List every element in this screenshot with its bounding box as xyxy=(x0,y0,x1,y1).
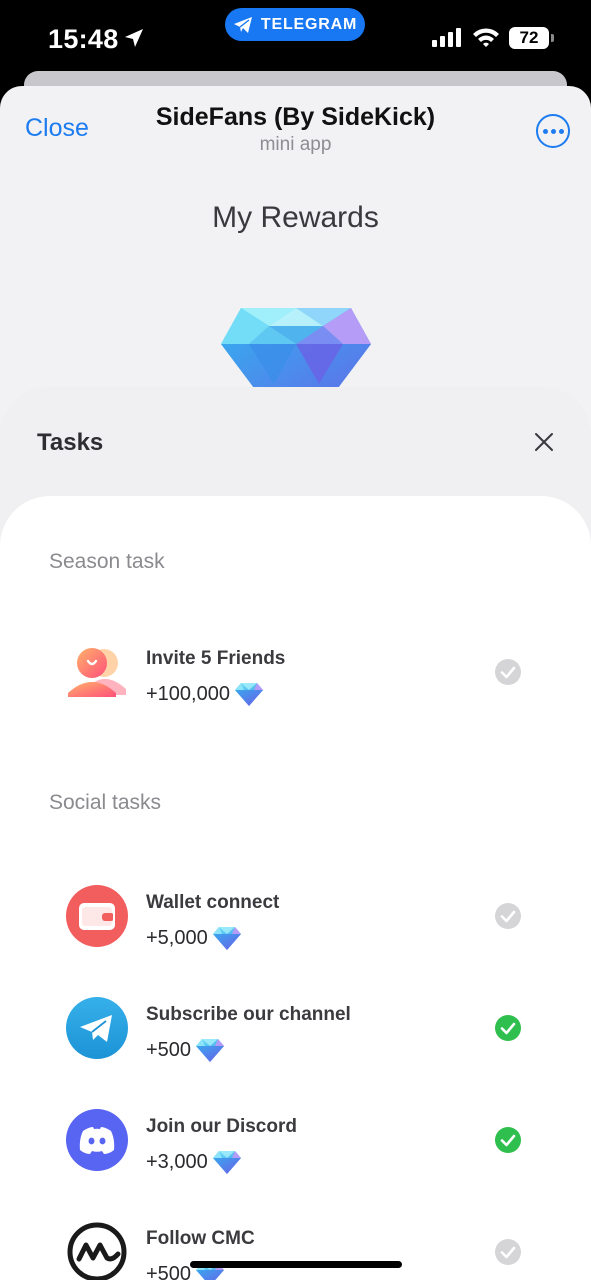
tasks-panel: Tasks Season task Invite 5 Friends +100,… xyxy=(0,387,591,1280)
telegram-pill[interactable]: TELEGRAM xyxy=(225,8,365,41)
task-name: Subscribe our channel xyxy=(146,1004,351,1025)
check-pending-icon xyxy=(495,903,521,929)
page-title: My Rewards xyxy=(212,201,379,234)
social-tasks-label: Social tasks xyxy=(49,791,162,814)
gem-icon xyxy=(195,1037,225,1063)
more-options-icon[interactable] xyxy=(536,114,570,148)
tasks-title: Tasks xyxy=(37,429,104,456)
task-subscribe-channel[interactable]: Subscribe our channel +500 xyxy=(66,997,526,1061)
task-invite-friends[interactable]: Invite 5 Friends +100,000 xyxy=(66,641,526,705)
telegram-pill-label: TELEGRAM xyxy=(260,15,358,33)
app-subtitle: mini app xyxy=(259,134,332,155)
check-done-icon xyxy=(495,1015,521,1041)
task-name: Invite 5 Friends xyxy=(146,648,286,669)
task-reward: +3,000 xyxy=(146,1149,242,1175)
mini-app-sheet: Close SideFans (By SideKick) mini app My… xyxy=(0,86,591,1280)
status-bar: 15:48 TELEGRAM 72 xyxy=(0,0,591,80)
tasks-list: Season task Invite 5 Friends +100,000 So… xyxy=(0,496,591,1280)
friends-icon xyxy=(68,648,126,697)
task-name: Follow CMC xyxy=(146,1228,255,1249)
task-reward: +5,000 xyxy=(146,925,242,951)
task-join-discord[interactable]: Join our Discord +3,000 xyxy=(66,1109,526,1173)
wifi-icon xyxy=(473,28,499,47)
battery-level: 72 xyxy=(519,28,539,47)
check-pending-icon xyxy=(495,1239,521,1265)
gem-icon xyxy=(234,681,264,707)
task-follow-cmc[interactable]: Follow CMC +500 xyxy=(66,1221,526,1280)
check-done-icon xyxy=(495,1127,521,1153)
telegram-icon xyxy=(66,997,128,1059)
gem-icon xyxy=(212,925,242,951)
clock: 15:48 xyxy=(48,24,119,54)
close-icon[interactable] xyxy=(533,431,555,453)
task-reward: +100,000 xyxy=(146,681,264,707)
check-pending-icon xyxy=(495,659,521,685)
task-name: Wallet connect xyxy=(146,892,280,913)
diamond-icon xyxy=(221,308,371,394)
telegram-plane-icon xyxy=(233,16,252,33)
season-task-label: Season task xyxy=(49,550,165,573)
gem-icon xyxy=(212,1149,242,1175)
battery-icon: 72 xyxy=(509,27,554,49)
task-name: Join our Discord xyxy=(146,1116,297,1137)
discord-icon xyxy=(66,1109,128,1171)
wallet-icon xyxy=(66,885,128,947)
coinmarketcap-icon xyxy=(67,1222,127,1280)
location-arrow-icon xyxy=(125,29,143,47)
task-wallet-connect[interactable]: Wallet connect +5,000 xyxy=(66,885,526,949)
app-title: SideFans (By SideKick) xyxy=(155,103,436,131)
home-indicator[interactable] xyxy=(190,1261,402,1268)
cellular-signal-icon xyxy=(432,28,461,47)
task-reward: +500 xyxy=(146,1037,225,1063)
